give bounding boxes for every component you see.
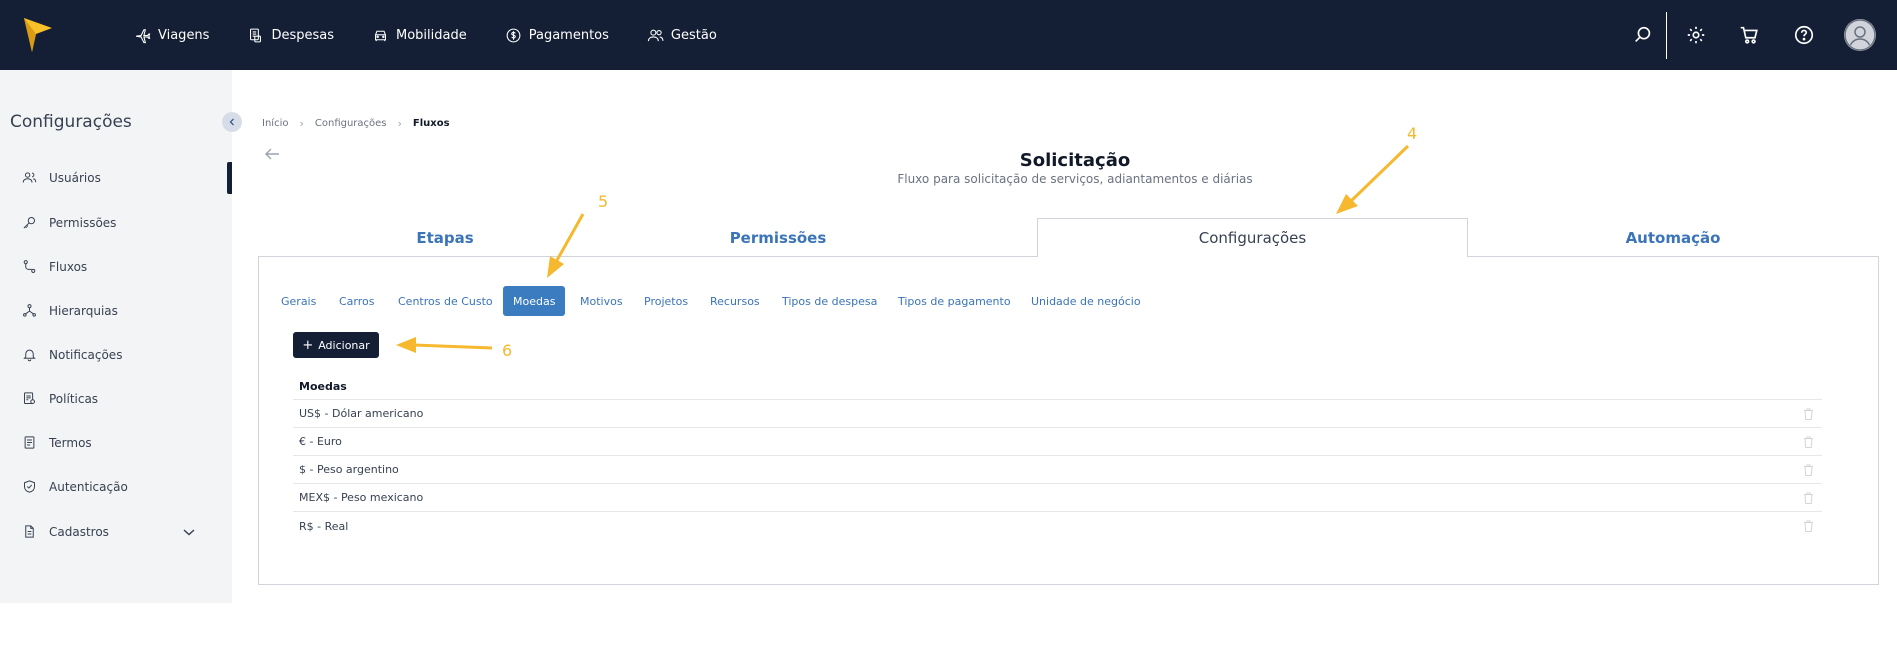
tab-etapas[interactable]: Etapas	[258, 218, 632, 257]
sidebar-item-termos[interactable]: Termos	[22, 435, 202, 450]
sidebar-item-hierarquias[interactable]: Hierarquias	[22, 303, 202, 318]
breadcrumb-item-inicio[interactable]: Início	[262, 118, 288, 129]
breadcrumb-separator: ›	[397, 117, 402, 130]
nav-label: Pagamentos	[528, 27, 609, 43]
page-subtitle: Fluxo para solicitação de serviços, adia…	[897, 172, 1253, 186]
subtab-recursos[interactable]: Recursos	[710, 286, 760, 316]
sidebar-item-notificacoes[interactable]: Notificações	[22, 347, 202, 362]
breadcrumb-item-fluxos: Fluxos	[412, 118, 450, 129]
sidebar-item-autenticacao[interactable]: Autenticação	[22, 479, 202, 494]
logo-icon[interactable]	[22, 16, 54, 54]
annotation-number: 4	[1407, 124, 1418, 143]
sidebar-item-politicas[interactable]: Políticas	[22, 391, 202, 406]
trash-icon[interactable]	[1803, 520, 1814, 532]
page-title: Solicitação	[1019, 150, 1131, 171]
nav-item-gestao[interactable]: Gestão	[647, 27, 717, 44]
table-row: US$ - Dólar americano	[293, 400, 1822, 428]
currency-name: MEX$ - Peso mexicano	[299, 491, 424, 504]
table-row: R$ - Real	[293, 512, 1822, 540]
sidebar-item-fluxos[interactable]: Fluxos	[22, 259, 202, 274]
sidebar-item-cadastros[interactable]: Cadastros	[22, 524, 202, 539]
sidebar-item-permissoes[interactable]: Permissões	[22, 215, 202, 230]
nav-item-mobilidade[interactable]: Mobilidade	[372, 27, 467, 44]
trash-icon[interactable]	[1803, 408, 1814, 420]
help-icon[interactable]	[1793, 24, 1815, 46]
breadcrumb-separator: ›	[299, 117, 304, 130]
dollar-icon	[506, 28, 521, 42]
subtab-tipos-de-pagamento[interactable]: Tipos de pagamento	[898, 286, 1011, 316]
table-row: $ - Peso argentino	[293, 456, 1822, 484]
sidebar-item-label: Autenticação	[49, 479, 128, 494]
trash-icon[interactable]	[1803, 436, 1814, 448]
gear-icon[interactable]	[1685, 24, 1707, 46]
main-nav: Viagens Despesas Mobilidade Pagamentos G…	[134, 0, 755, 70]
user-avatar-icon	[1844, 19, 1876, 51]
subtab-projetos[interactable]: Projetos	[644, 286, 688, 316]
tab-configuracoes[interactable]: Configurações	[1037, 218, 1468, 257]
car-icon	[375, 30, 386, 41]
chevron-down-icon[interactable]	[182, 525, 196, 539]
toolbar-divider	[1666, 12, 1667, 59]
sidebar-title: Configurações	[10, 112, 132, 132]
nav-label: Gestão	[670, 27, 717, 43]
trash-icon[interactable]	[1803, 492, 1814, 504]
table-row: € - Euro	[293, 428, 1822, 456]
receipt-icon	[250, 28, 262, 42]
nav-item-pagamentos[interactable]: Pagamentos	[505, 27, 609, 44]
tab-automacao[interactable]: Automação	[1468, 218, 1878, 257]
flow-icon	[23, 260, 36, 273]
hierarchy-icon	[23, 304, 36, 317]
sidebar-item-label: Fluxos	[49, 259, 88, 274]
subtab-gerais[interactable]: Gerais	[281, 286, 316, 316]
sidebar-item-label: Termos	[49, 435, 92, 450]
sidebar-item-label: Políticas	[49, 391, 99, 406]
nav-item-viagens[interactable]: Viagens	[134, 27, 209, 44]
breadcrumb: Início › Configurações › Fluxos	[262, 117, 450, 130]
main-tabs: Etapas Permissões Configurações Automaçã…	[258, 218, 1878, 257]
breadcrumb-item-configuracoes[interactable]: Configurações	[315, 118, 387, 129]
top-navigation-bar: Viagens Despesas Mobilidade Pagamentos G…	[0, 0, 1897, 70]
sidebar-item-label: Notificações	[49, 347, 123, 362]
annotation-number: 6	[502, 341, 513, 360]
nav-label: Mobilidade	[396, 27, 467, 43]
avatar[interactable]	[1844, 19, 1876, 51]
chevron-left-icon	[229, 118, 234, 126]
collapse-sidebar-button[interactable]	[222, 112, 242, 132]
cart-icon[interactable]	[1738, 24, 1760, 46]
table-header: Moedas	[293, 374, 1822, 400]
subtab-moedas[interactable]: Moedas	[503, 286, 566, 316]
plus-icon: +	[302, 337, 314, 353]
airplane-icon	[136, 28, 151, 43]
file-icon	[25, 525, 34, 538]
nav-item-despesas[interactable]: Despesas	[247, 27, 334, 44]
subtab-centros-de-custo[interactable]: Centros de Custo	[398, 286, 493, 316]
table-row: MEX$ - Peso mexicano	[293, 484, 1822, 512]
shield-icon	[24, 480, 35, 493]
tab-permissoes[interactable]: Permissões	[632, 218, 924, 257]
currency-name: $ - Peso argentino	[299, 463, 399, 476]
nav-label: Despesas	[271, 27, 334, 43]
sidebar-item-label: Cadastros	[49, 524, 109, 539]
trash-icon[interactable]	[1803, 464, 1814, 476]
sidebar-item-label: Hierarquias	[49, 303, 118, 318]
subtab-unidade-de-negocio[interactable]: Unidade de negócio	[1031, 286, 1141, 316]
search-icon[interactable]	[1632, 24, 1654, 46]
annotation-number: 5	[598, 192, 609, 211]
subtab-carros[interactable]: Carros	[339, 286, 375, 316]
add-button-label: Adicionar	[318, 338, 370, 352]
subtab-motivos[interactable]: Motivos	[580, 286, 623, 316]
policy-icon	[24, 392, 35, 404]
currency-name: R$ - Real	[299, 519, 349, 533]
subtab-tipos-de-despesa[interactable]: Tipos de despesa	[782, 286, 877, 316]
key-icon	[23, 217, 35, 229]
document-icon	[24, 436, 35, 449]
currencies-table: Moedas US$ - Dólar americano € - Euro $ …	[293, 374, 1822, 540]
currency-name: US$ - Dólar americano	[299, 407, 424, 420]
currency-name: € - Euro	[299, 435, 342, 448]
sidebar-item-label: Permissões	[49, 215, 117, 230]
add-button[interactable]: + Adicionar	[293, 332, 379, 358]
users-icon	[647, 29, 664, 41]
bell-icon	[23, 349, 36, 362]
nav-label: Viagens	[158, 27, 210, 43]
